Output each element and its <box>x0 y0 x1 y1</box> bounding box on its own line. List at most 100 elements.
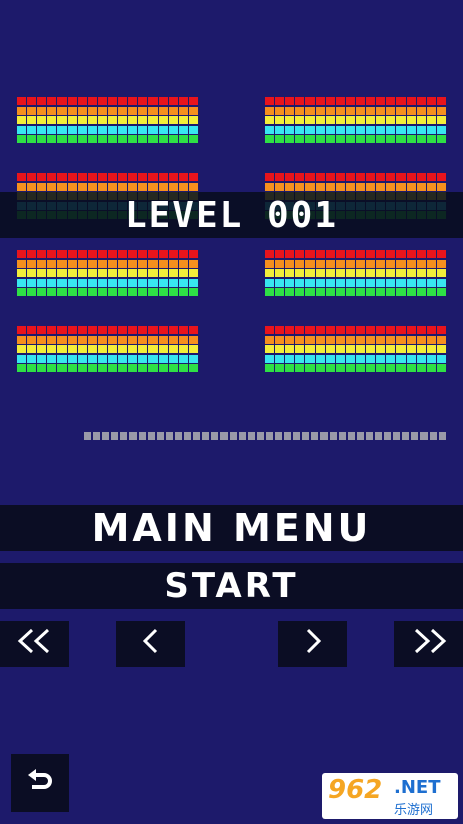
brick <box>426 259 436 268</box>
brick <box>355 182 366 191</box>
brick <box>17 326 27 334</box>
brick <box>325 288 335 296</box>
brick <box>138 125 148 134</box>
brick <box>265 354 275 363</box>
brick <box>77 345 87 353</box>
progress-segment <box>229 432 237 440</box>
prev-level-button[interactable] <box>116 621 185 667</box>
brick <box>325 182 335 191</box>
brick <box>396 106 406 115</box>
brick <box>178 278 188 287</box>
brick <box>345 354 355 363</box>
brick <box>118 116 128 124</box>
brick <box>97 278 107 287</box>
brick <box>168 135 178 143</box>
brick <box>158 278 168 287</box>
brick <box>168 182 178 191</box>
brick <box>436 335 446 344</box>
brick <box>67 335 77 344</box>
brick <box>315 259 325 268</box>
brick <box>295 335 305 344</box>
brick <box>178 326 188 334</box>
brick <box>355 97 366 105</box>
brick <box>265 364 275 372</box>
brick-row <box>17 182 198 191</box>
brick <box>37 250 47 258</box>
brick <box>17 106 27 115</box>
brick <box>345 173 355 181</box>
brick <box>396 326 406 334</box>
brick <box>275 278 285 287</box>
main-menu-button[interactable]: MAIN MENU <box>0 505 463 551</box>
brick <box>285 125 295 134</box>
brick <box>188 326 198 334</box>
brick <box>436 125 446 134</box>
brick <box>188 354 198 363</box>
brick <box>285 259 295 268</box>
brick <box>148 326 158 334</box>
brick <box>97 269 107 277</box>
brick <box>376 345 386 353</box>
brick <box>366 125 376 134</box>
progress-segment <box>93 432 101 440</box>
brick <box>107 288 118 296</box>
brick <box>138 116 148 124</box>
brick <box>386 125 396 134</box>
progress-segment <box>129 432 137 440</box>
next-level-button[interactable] <box>278 621 347 667</box>
brick <box>17 345 27 353</box>
brick <box>315 288 325 296</box>
brick <box>77 364 87 372</box>
brick <box>406 135 416 143</box>
progress-segment <box>329 432 337 440</box>
brick <box>47 335 57 344</box>
brick-row <box>265 125 446 134</box>
brick <box>345 250 355 258</box>
brick <box>295 97 305 105</box>
brick <box>158 326 168 334</box>
back-button[interactable] <box>11 754 69 812</box>
start-button[interactable]: START <box>0 563 463 609</box>
brick <box>345 288 355 296</box>
brick <box>426 135 436 143</box>
brick-row <box>17 116 198 124</box>
brick <box>118 106 128 115</box>
brick <box>37 354 47 363</box>
brick-row <box>265 354 446 363</box>
progress-segment <box>238 432 246 440</box>
last-level-button[interactable] <box>394 621 463 667</box>
brick <box>118 269 128 277</box>
level-banner: LEVEL 001 <box>0 192 463 238</box>
brick <box>426 364 436 372</box>
brick <box>128 173 138 181</box>
brick <box>87 97 97 105</box>
brick <box>416 173 426 181</box>
brick <box>386 345 396 353</box>
brick <box>355 354 366 363</box>
brick <box>355 106 366 115</box>
brick <box>406 116 416 124</box>
brick <box>47 354 57 363</box>
chevron-right-icon <box>301 627 325 662</box>
brick <box>355 269 366 277</box>
brick <box>325 278 335 287</box>
brick <box>188 269 198 277</box>
brick <box>148 173 158 181</box>
brick <box>97 335 107 344</box>
brick <box>178 116 188 124</box>
brick <box>17 364 27 372</box>
brick <box>77 354 87 363</box>
brick <box>47 125 57 134</box>
brick <box>77 326 87 334</box>
brick <box>87 335 97 344</box>
brick <box>345 326 355 334</box>
brick <box>436 250 446 258</box>
brick <box>158 269 168 277</box>
brick <box>128 125 138 134</box>
brick <box>118 354 128 363</box>
brick <box>148 278 158 287</box>
brick <box>118 259 128 268</box>
brick <box>426 288 436 296</box>
first-level-button[interactable] <box>0 621 69 667</box>
brick <box>67 288 77 296</box>
